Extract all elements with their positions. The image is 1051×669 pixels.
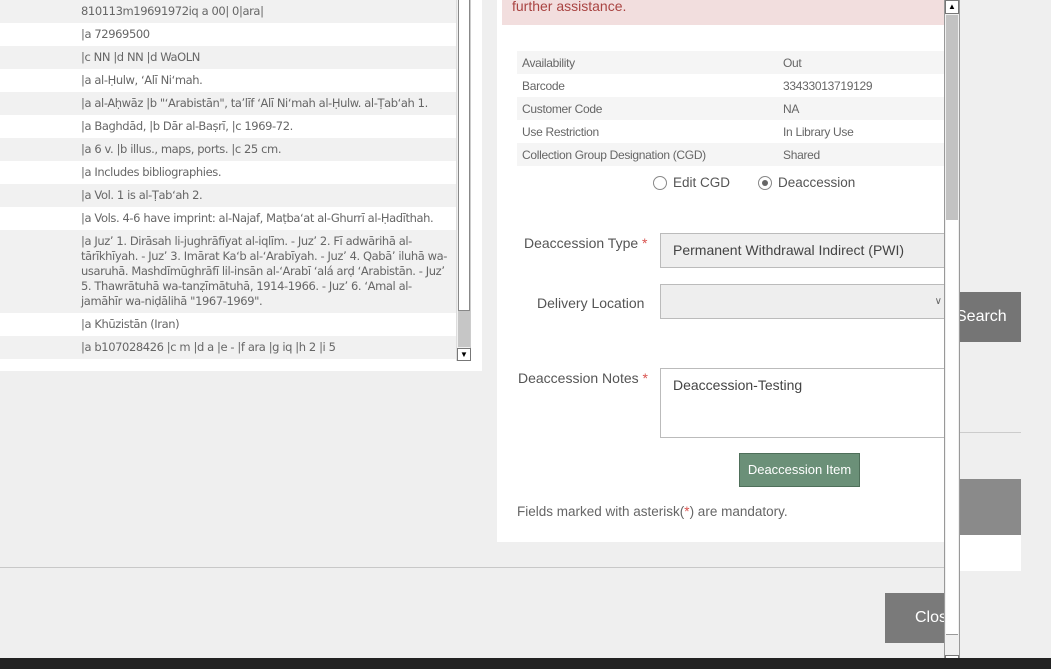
close-button[interactable]: Close [885,593,945,643]
info-label: Availability [522,55,575,70]
info-row-barcode: Barcode 33433013719129 [517,74,947,97]
info-label: Collection Group Designation (CGD) [522,147,706,162]
deaccession-type-label-text: Deaccession Type [524,235,639,251]
marc-field-row: |a 72969500 [0,23,456,46]
search-button[interactable]: Search [950,292,1021,342]
marc-field-row: |a al-Aḥwāz |b "ʻArabistān", taʼlīf ʻAlī… [0,92,456,115]
marc-field-row: |c NN |d NN |d WaOLN [0,46,456,69]
item-info-table: Availability Out Barcode 33433013719129 … [517,51,947,166]
info-label: Customer Code [522,101,603,116]
alert-text: further assistance. [512,0,627,14]
modal-footer-divider [0,567,945,568]
marc-scroll-thumb[interactable] [458,0,470,311]
edit-cgd-label: Edit CGD [673,175,731,190]
info-value: In Library Use [783,124,854,139]
scroll-down-arrow-icon[interactable]: ▼ [457,348,471,361]
delivery-location-label: Delivery Location [537,295,644,311]
modal-scroll-track[interactable] [946,220,958,635]
info-label: Use Restriction [522,124,599,139]
marc-field-row: |a Vols. 4-6 have imprint: al-Najaf, Maṭ… [0,207,456,230]
action-radio-group: Edit CGD Deaccession [653,175,883,190]
deaccession-notes-value: Deaccession-Testing [673,377,803,393]
deaccession-item-button[interactable]: Deaccession Item [739,453,860,487]
info-row-use-restriction: Use Restriction In Library Use [517,120,947,143]
marc-scroll-track[interactable] [458,311,470,347]
deaccession-card: further assistance. Availability Out Bar… [497,0,952,542]
divider [958,432,1021,433]
marc-field-row: |a Vol. 1 is al-Ṭabʻah 2. [0,184,456,207]
info-value: Shared [783,147,820,162]
modal-scrollbar[interactable]: ▲ ▼ [944,0,960,669]
required-mark: * [642,370,648,386]
modal-scroll-thumb[interactable] [946,15,958,220]
mandatory-fields-note: Fields marked with asterisk(*) are manda… [517,504,788,519]
info-row-cgd: Collection Group Designation (CGD) Share… [517,143,947,166]
required-mark: * [642,235,648,251]
info-value: 33433013719129 [783,78,873,93]
marc-field-row: |a 6 v. |b illus., maps, ports. |c 25 cm… [0,138,456,161]
deaccession-label: Deaccession [778,175,856,190]
marc-record-panel: 810113m19691972iq a 00| 0|ara| |a 7296950… [0,0,482,371]
background-panel-strip [958,535,1021,571]
deaccession-type-select[interactable]: Permanent Withdrawal Indirect (PWI) [660,233,952,268]
background-panel [958,479,1021,535]
info-value: Out [783,55,802,70]
deaccession-radio[interactable] [758,175,773,190]
marc-record-scrollbar[interactable]: ▼ [456,0,471,361]
footnote-text-end: ) are mandatory. [689,504,788,519]
info-value: NA [783,101,800,116]
scroll-up-arrow-icon[interactable]: ▲ [945,0,959,14]
marc-field-row: |a Juzʼ 1. Dirāsah li-jughrāfīyat al-iql… [0,230,456,313]
info-row-customer-code: Customer Code NA [517,97,947,120]
alert-message: further assistance. [502,0,952,25]
marc-field-row: |a Includes bibliographies. [0,161,456,184]
marc-record-list: 810113m19691972iq a 00| 0|ara| |a 7296950… [0,0,456,361]
chevron-down-icon: ∨ [934,296,942,307]
marc-field-row: |a Baghdād, |b Dār al-Baṣrī, |c 1969-72. [0,115,456,138]
marc-field-row: |a b107028426 |c m |d a |e - |f ara |g i… [0,336,456,359]
footnote-text: Fields marked with asterisk( [517,504,685,519]
deaccession-notes-label: Deaccession Notes * [518,370,648,386]
delivery-location-label-text: Delivery Location [537,295,645,311]
marc-field-row: 810113m19691972iq a 00| 0|ara| [0,0,456,23]
delivery-location-select[interactable]: ∨ [660,284,952,319]
edit-cgd-radio[interactable] [653,175,667,190]
info-label: Barcode [522,78,565,93]
deaccession-notes-textarea[interactable]: Deaccession-Testing [660,368,952,438]
deaccession-option[interactable]: Deaccession [758,175,855,190]
deaccession-type-label: Deaccession Type * [524,235,647,251]
page-footer-bar [0,658,1051,669]
marc-field-row: |a Khūzistān (Iran) [0,313,456,336]
marc-field-row: |a al-Ḥulw, ʻAlī Niʻmah. [0,69,456,92]
deaccession-notes-label-text: Deaccession Notes [518,370,639,386]
deaccession-type-value: Permanent Withdrawal Indirect (PWI) [673,242,905,258]
info-row-availability: Availability Out [517,51,947,74]
edit-cgd-option[interactable]: Edit CGD [653,175,730,190]
